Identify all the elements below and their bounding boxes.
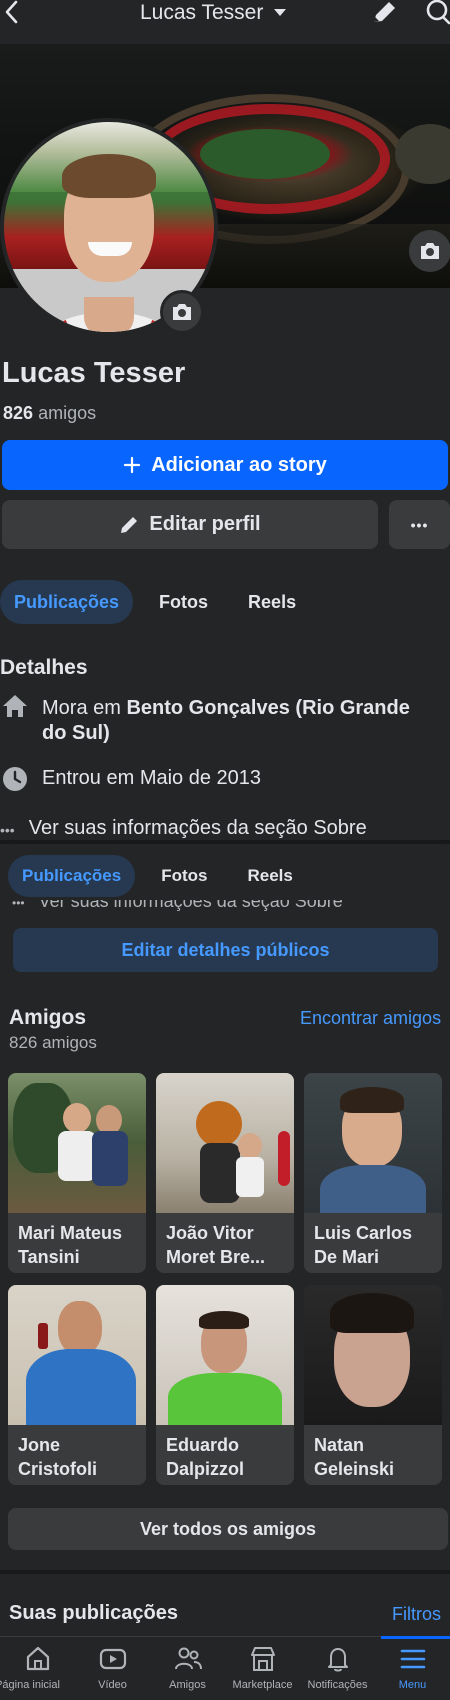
friends-count: 826	[3, 403, 34, 423]
friend-name: Eduardo Dalpizzol	[166, 1435, 245, 1479]
friend-card[interactable]: Mari Mateus Tansini	[8, 1073, 146, 1273]
home-icon	[26, 1646, 49, 1671]
nav-menu-label: Menu	[398, 1679, 427, 1691]
nav-marketplace-label: Marketplace	[232, 1679, 293, 1691]
tab-fotos[interactable]: Fotos	[147, 855, 221, 897]
header-profile-name: Lucas Tesser	[140, 1, 264, 24]
find-friends-link[interactable]: Encontrar amigos	[300, 1008, 441, 1029]
friends-icon	[174, 1647, 202, 1670]
pencil-icon	[121, 516, 138, 533]
details-title: Detalhes	[0, 656, 88, 679]
pencil-icon	[374, 2, 395, 22]
tab-fotos[interactable]: Fotos	[145, 580, 222, 624]
marketplace-icon	[250, 1647, 275, 1671]
friend-card[interactable]: Eduardo Dalpizzol	[156, 1285, 294, 1485]
sticky-profile-tabs: Publicações Fotos Reels	[8, 855, 307, 897]
detail-see-about[interactable]: ••• Ver suas informações da seção Sobre	[0, 816, 367, 843]
friend-card[interactable]: Jone Cristofoli	[8, 1285, 146, 1485]
friend-name: Jone Cristofoli	[18, 1435, 97, 1479]
video-icon	[99, 1648, 126, 1670]
friend-card[interactable]: João Vitor Moret Bre...	[156, 1073, 294, 1273]
detail-see-about-clipped[interactable]: ••• Ver suas informações da seção Sobre	[12, 900, 343, 918]
nav-friends-label: Amigos	[169, 1679, 206, 1691]
friend-photo	[156, 1073, 294, 1213]
plus-icon	[124, 456, 141, 474]
friend-name: João Vitor Moret Bre...	[166, 1223, 266, 1267]
more-icon: •••	[410, 516, 429, 533]
nav-friends[interactable]: Amigos	[150, 1637, 225, 1700]
friend-name: Mari Mateus Tansini	[18, 1223, 123, 1267]
nav-marketplace[interactable]: Marketplace	[225, 1637, 300, 1700]
friend-card[interactable]: Luis Carlos De Mari	[304, 1073, 442, 1273]
friends-count-suffix: amigos	[38, 403, 97, 423]
lives-in-text: Mora em Bento Gonçalves (Rio Grande do S…	[42, 696, 437, 746]
add-story-button[interactable]: Adicionar ao story	[2, 440, 448, 490]
add-story-label: Adicionar ao story	[151, 453, 327, 476]
cover-camera-button[interactable]	[409, 230, 450, 272]
nav-home-label: Página inicial	[0, 1679, 60, 1691]
filters-link[interactable]: Filtros	[392, 1604, 441, 1625]
profile-switcher[interactable]: Lucas Tesser	[140, 0, 287, 26]
see-about-text: Ver suas informações da seção Sobre	[38, 900, 343, 911]
divider	[0, 1570, 450, 1574]
tab-publicacoes[interactable]: Publicações	[8, 855, 136, 897]
more-dots-icon: •••	[12, 900, 25, 910]
nav-notifications[interactable]: Notificações	[300, 1637, 375, 1700]
friend-card[interactable]: Natan Geleinski	[304, 1285, 442, 1485]
friend-photo	[156, 1285, 294, 1425]
more-options-button[interactable]: •••	[389, 500, 450, 549]
friend-name: Luis Carlos De Mari	[314, 1223, 413, 1267]
search-button[interactable]	[422, 0, 450, 26]
friend-photo	[304, 1285, 442, 1425]
tab-publicacoes[interactable]: Publicações	[0, 580, 134, 624]
home-icon	[3, 695, 27, 717]
tab-reels[interactable]: Reels	[234, 855, 307, 897]
friend-name: Natan Geleinski	[314, 1435, 395, 1479]
camera-icon	[173, 304, 191, 320]
see-all-friends-button[interactable]: Ver todos os amigos	[8, 1508, 448, 1550]
nav-video-label: Vídeo	[98, 1679, 127, 1691]
bell-icon	[327, 1648, 348, 1672]
joined-text: Entrou em Maio de 2013	[42, 767, 262, 789]
nav-notifications-label: Notificações	[307, 1679, 368, 1691]
edit-top-button[interactable]	[370, 0, 398, 24]
nav-menu[interactable]: Menu	[375, 1636, 450, 1700]
edit-public-details-button[interactable]: Editar detalhes públicos	[13, 928, 438, 972]
profile-name: Lucas Tesser	[2, 357, 186, 389]
friend-photo	[8, 1073, 146, 1213]
clock-icon	[3, 767, 27, 791]
detail-lives-in: Mora em Bento Gonçalves (Rio Grande do S…	[2, 695, 450, 746]
friend-photo	[304, 1073, 442, 1213]
see-about-text: Ver suas informações da seção Sobre	[28, 817, 367, 839]
friends-section-count: 826 amigos	[9, 1033, 97, 1052]
friends-count-line[interactable]: 826 amigos	[3, 403, 96, 424]
lives-prefix: Mora em	[42, 697, 127, 719]
profile-tabs: Publicações Fotos Reels	[0, 580, 310, 624]
friends-section-title: Amigos	[9, 1006, 87, 1029]
caret-down-icon	[274, 9, 287, 16]
edit-profile-label: Editar perfil	[149, 513, 261, 535]
back-button[interactable]	[2, 0, 24, 24]
avatar-camera-button[interactable]	[160, 290, 204, 334]
tab-reels[interactable]: Reels	[234, 580, 310, 624]
menu-icon	[400, 1649, 425, 1669]
bottom-navigation: Página inicial Vídeo Amigos Marketplace …	[0, 1636, 450, 1700]
nav-home[interactable]: Página inicial	[0, 1637, 75, 1700]
search-icon	[426, 0, 450, 25]
camera-icon	[421, 243, 439, 259]
detail-joined: Entrou em Maio de 2013	[2, 766, 261, 792]
chevron-left-icon	[5, 0, 18, 24]
nav-video[interactable]: Vídeo	[75, 1637, 150, 1700]
edit-profile-button[interactable]: Editar perfil	[2, 500, 378, 549]
friend-photo	[8, 1285, 146, 1425]
posts-section-title: Suas publicações	[9, 1602, 178, 1624]
